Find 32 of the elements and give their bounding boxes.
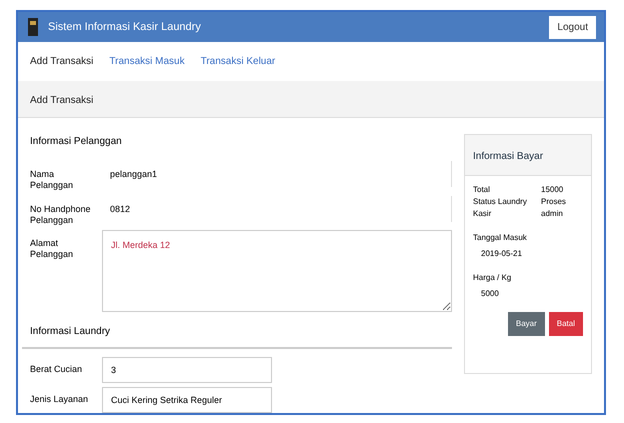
action-button[interactable]: Bayar bbox=[508, 312, 545, 336]
info-label: Total bbox=[473, 184, 491, 196]
action-button[interactable]: Batal bbox=[548, 312, 583, 336]
field-label: Jenis Layanan bbox=[29, 393, 90, 406]
logo-icon bbox=[26, 16, 40, 38]
info-label: Kasir bbox=[473, 208, 492, 220]
field-label: Berat Cucian bbox=[29, 363, 84, 376]
field-label: No Handphone Pelanggan bbox=[29, 202, 92, 226]
page-title: Add Transaksi bbox=[30, 95, 94, 106]
input-field[interactable]: Cuci Kering Setrika Reguler bbox=[102, 387, 272, 413]
nav-link[interactable]: Add Transaksi bbox=[30, 54, 94, 69]
input-field[interactable]: 0812 bbox=[102, 196, 452, 222]
section-title: Informasi Laundry bbox=[22, 312, 452, 349]
field-label: Nama Pelanggan bbox=[29, 168, 74, 192]
input-field[interactable]: 3 bbox=[102, 357, 272, 383]
info-value: admin bbox=[541, 208, 563, 220]
info-label: Status Laundry bbox=[473, 196, 528, 208]
info-value: 2019-05-21 bbox=[480, 248, 523, 260]
input-field[interactable]: pelanggan1 bbox=[102, 161, 452, 187]
address-field[interactable]: Jl. Merdeka 12 bbox=[102, 230, 452, 312]
info-value: Proses bbox=[541, 196, 566, 208]
section-title: Informasi Pelanggan bbox=[29, 135, 123, 149]
info-value: 15000 bbox=[541, 184, 564, 196]
field-label: Alamat Pelanggan bbox=[29, 237, 74, 260]
app-title: Sistem Informasi Kasir Laundry bbox=[48, 20, 201, 35]
nav-link[interactable]: Transaksi Keluar bbox=[200, 54, 276, 69]
info-value: 5000 bbox=[480, 288, 500, 300]
info-label: Harga / Kg bbox=[473, 272, 512, 284]
nav-link[interactable]: Transaksi Masuk bbox=[109, 54, 185, 69]
logout-button[interactable]: Logout bbox=[549, 16, 596, 38]
panel-title: Informasi Bayar bbox=[473, 151, 544, 162]
info-label: Tanggal Masuk bbox=[473, 232, 528, 244]
